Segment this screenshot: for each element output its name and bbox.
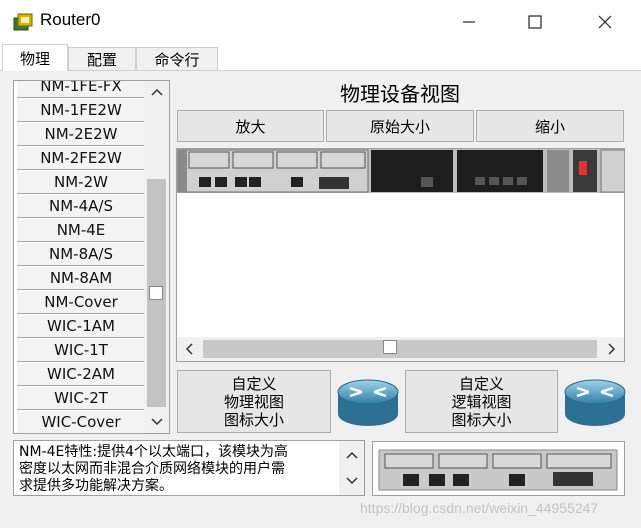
description-line-2: 密度以太网而非混合介质网络模块的用户需 — [19, 461, 285, 477]
close-icon — [598, 15, 612, 29]
module-list-item[interactable]: WIC-2T — [17, 386, 145, 410]
window-title: Router0 — [40, 10, 101, 29]
custom-logical-line-3: 图标大小 — [451, 410, 512, 429]
module-list-item[interactable]: NM-8A/S — [17, 242, 145, 266]
scroll-down-icon[interactable] — [339, 470, 364, 492]
custom-physical-line-2: 物理视图 — [223, 392, 284, 411]
module-description-text: NM-4E特性:提供4个以太端口，该模块为高 密度以太网而非混合介质网络模块的用… — [19, 444, 339, 495]
module-list-item[interactable]: NM-8AM — [17, 266, 145, 290]
module-list-item[interactable]: NM-1FE2W — [17, 98, 145, 122]
tab-bar: 物理 配置 命令行 — [0, 44, 641, 71]
module-list-item[interactable]: NM-4A/S — [17, 194, 145, 218]
minimize-icon — [463, 21, 475, 23]
module-list-item[interactable]: WIC-Cover — [17, 410, 145, 433]
scroll-up-icon[interactable] — [339, 444, 364, 466]
module-list: NM-1FE-FX NM-1FE2W NM-2E2W NM-2FE2W NM-2W NM-… — [13, 80, 170, 434]
custom-physical-line-3: 图标大小 — [223, 410, 284, 429]
module-list-item[interactable]: NM-4E — [17, 218, 145, 242]
module-list-item[interactable]: NM-Cover — [17, 290, 145, 314]
tab-cli[interactable]: 命令行 — [136, 47, 218, 70]
custom-logical-icon-button[interactable]: 自定义 逻辑视图 图标大小 — [405, 370, 558, 433]
minimize-button[interactable] — [446, 0, 492, 44]
title-bar: Router0 — [0, 0, 641, 44]
module-description: NM-4E特性:提供4个以太端口，该模块为高 密度以太网而非混合介质网络模块的用… — [13, 440, 365, 496]
custom-physical-icon-button[interactable]: 自定义 物理视图 图标大小 — [177, 370, 331, 433]
router-icon — [564, 379, 626, 426]
scroll-left-icon[interactable] — [177, 337, 201, 361]
router-icon — [337, 379, 399, 426]
device-view-scrollbar[interactable] — [177, 337, 624, 361]
module-list-item[interactable]: NM-2W — [17, 170, 145, 194]
description-scrollbar[interactable] — [339, 441, 364, 495]
zoom-in-button[interactable]: 放大 — [177, 110, 324, 142]
device-view-scroll-track[interactable] — [203, 340, 597, 358]
module-items: NM-1FE-FX NM-1FE2W NM-2E2W NM-2FE2W NM-2W NM-… — [16, 81, 145, 433]
custom-logical-line-2: 逻辑视图 — [451, 392, 512, 411]
module-list-scrollbar[interactable] — [144, 81, 169, 433]
description-line-3: 求提供多功能解决方案。 — [19, 478, 173, 494]
close-button[interactable] — [582, 0, 628, 44]
module-list-item[interactable]: WIC-2AM — [17, 362, 145, 386]
custom-physical-line-1: 自定义 — [231, 374, 277, 393]
maximize-button[interactable] — [512, 0, 558, 44]
module-list-scroll-thumb[interactable] — [149, 286, 163, 300]
device-view — [176, 148, 625, 362]
scroll-up-icon[interactable] — [144, 81, 169, 103]
custom-logical-line-1: 自定义 — [458, 374, 504, 393]
tab-config[interactable]: 配置 — [68, 47, 136, 70]
zoom-out-button[interactable]: 缩小 — [476, 110, 624, 142]
module-preview-image — [372, 441, 625, 496]
tab-physical[interactable]: 物理 — [2, 44, 68, 71]
description-line-1: NM-4E特性:提供4个以太端口，该模块为高 — [19, 444, 288, 460]
physical-view-title: 物理设备视图 — [340, 82, 460, 106]
module-list-item[interactable]: NM-1FE-FX — [17, 81, 145, 98]
watermark: https://blog.csdn.net/weixin_44955247 — [360, 500, 599, 516]
nm-4e-module-picture — [373, 442, 624, 495]
packet-tracer-app-icon — [13, 13, 33, 31]
module-list-item[interactable]: WIC-1T — [17, 338, 145, 362]
module-list-item[interactable]: WIC-1AM — [17, 314, 145, 338]
scroll-down-icon[interactable] — [144, 411, 169, 433]
maximize-icon — [528, 15, 542, 29]
device-view-scroll-thumb[interactable] — [383, 340, 397, 354]
router-chassis-image — [177, 149, 624, 193]
module-list-item[interactable]: NM-2E2W — [17, 122, 145, 146]
scroll-right-icon[interactable] — [600, 337, 624, 361]
original-size-button[interactable]: 原始大小 — [326, 110, 474, 142]
module-list-item[interactable]: NM-2FE2W — [17, 146, 145, 170]
